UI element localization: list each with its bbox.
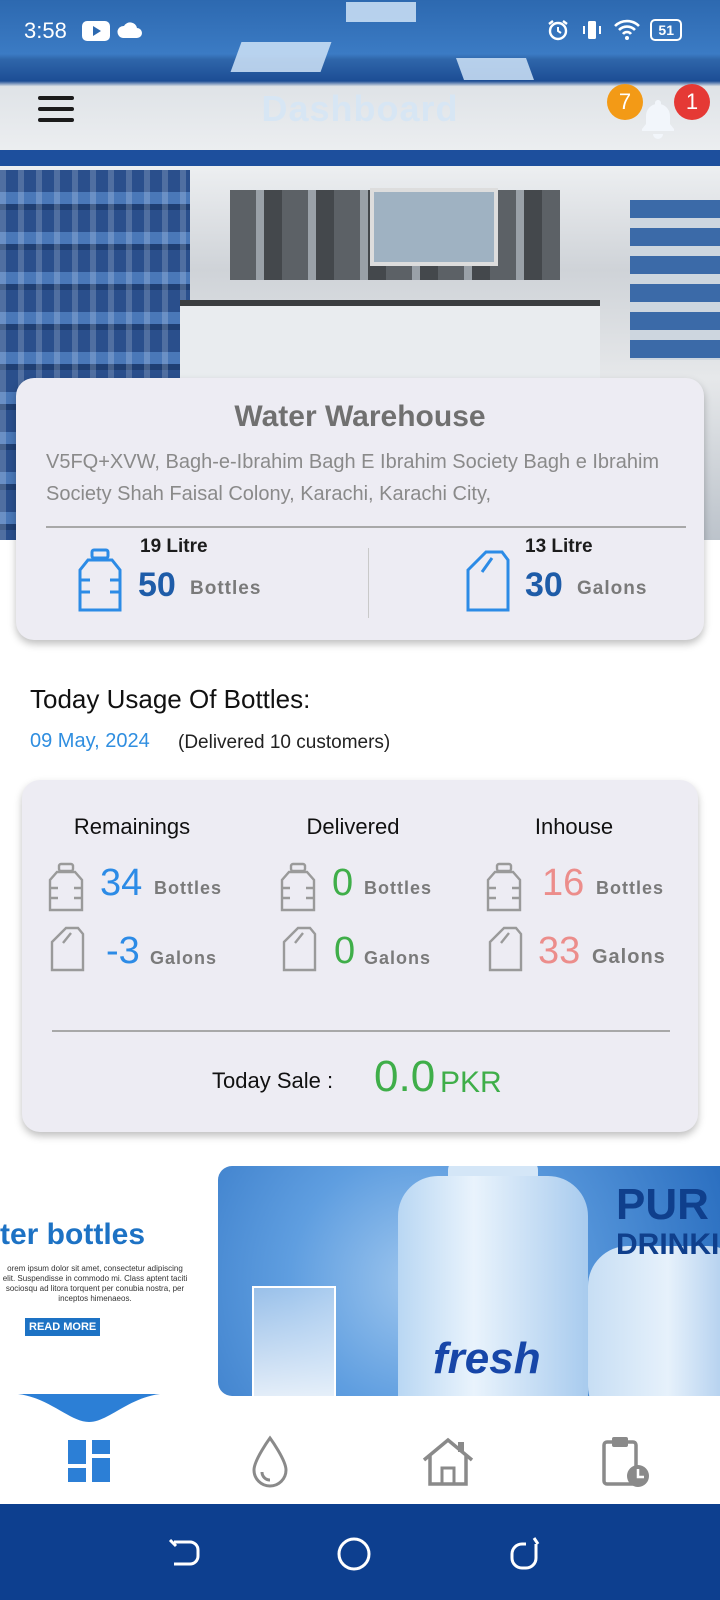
back-icon[interactable] xyxy=(164,1534,204,1574)
banner-title: ter bottles xyxy=(0,1218,146,1251)
usage-card: Remainings 34 Bottles -3 Galons Delivere… xyxy=(22,780,698,1132)
banner-text: orem ipsum dolor sit amet, consectetur a… xyxy=(2,1264,188,1303)
galons-unit: Galons xyxy=(592,946,666,968)
home-circle-icon[interactable] xyxy=(334,1534,374,1574)
galons-unit: Galons xyxy=(150,948,218,968)
bottles-unit: Bottles xyxy=(364,878,433,898)
home-icon[interactable] xyxy=(418,1432,478,1492)
wall-band xyxy=(0,150,720,166)
window xyxy=(370,188,498,266)
galons-unit: Galons xyxy=(364,948,432,968)
today-sale-label: Today Sale : xyxy=(212,1068,334,1093)
active-tab-indicator xyxy=(18,1394,160,1422)
promo-banner-left[interactable]: ter bottles orem ipsum dolor sit amet, c… xyxy=(0,1166,196,1396)
usage-title: Today Usage Of Bottles: xyxy=(30,684,311,714)
galons-count: 30 xyxy=(525,566,563,604)
warehouse-card[interactable]: Water Warehouse V5FQ+XVW, Bagh-e-Ibrahim… xyxy=(16,378,704,640)
system-navigation-bar xyxy=(0,1504,720,1600)
gallon-can-icon xyxy=(282,926,317,972)
delivered-bottles-value: 0 xyxy=(332,862,354,904)
vertical-divider xyxy=(368,548,369,618)
vibrate-icon xyxy=(583,21,602,39)
status-left-icons xyxy=(82,20,144,42)
gallon-can-icon xyxy=(488,926,523,972)
inhouse-galons-value: 33 xyxy=(538,930,581,972)
recents-icon[interactable] xyxy=(506,1534,546,1574)
bottle-shelf xyxy=(630,200,720,360)
read-more-button[interactable]: READ MORE xyxy=(25,1318,101,1336)
column-header-delivered: Delivered xyxy=(306,814,400,839)
delivered-galons-value: 0 xyxy=(334,930,356,972)
delivered-customers-text: (Delivered 10 customers) xyxy=(178,732,391,753)
bottles-capacity-label: 19 Litre xyxy=(140,536,208,557)
column-header-remainings: Remainings xyxy=(73,814,191,839)
today-sale-value: 0.0 xyxy=(374,1052,436,1101)
warehouse-name: Water Warehouse xyxy=(234,400,486,433)
water-drop-icon[interactable] xyxy=(240,1432,300,1492)
water-bottle-icon xyxy=(48,862,84,912)
water-bottle-icon xyxy=(78,548,122,612)
cloud-icon xyxy=(117,22,142,38)
inhouse-bottles-value: 16 xyxy=(542,862,585,904)
battery-indicator: 51 xyxy=(650,19,682,41)
bottles-unit: Bottles xyxy=(154,878,223,898)
status-bar: 3:58 51 xyxy=(0,0,720,64)
water-bottle-icon xyxy=(280,862,316,912)
usage-date[interactable]: 09 May, 2024 xyxy=(30,730,150,753)
status-right-icons: 51 xyxy=(546,18,682,42)
gallon-can-icon xyxy=(50,926,85,972)
banner-headline: PUR xyxy=(616,1180,709,1229)
remaining-galons-value: -3 xyxy=(106,930,140,972)
galons-capacity-label: 13 Litre xyxy=(525,536,593,557)
today-sale-currency: PKR xyxy=(440,1066,502,1099)
status-time: 3:58 xyxy=(24,18,67,43)
counter xyxy=(180,300,600,386)
promo-banner-right[interactable]: PUR DRINKI fresh xyxy=(218,1166,720,1396)
clipboard-clock-icon[interactable] xyxy=(596,1432,656,1492)
water-bottle-icon xyxy=(486,862,522,912)
banner-subheadline: DRINKI xyxy=(616,1228,720,1261)
youtube-icon xyxy=(82,21,110,41)
alert-count-badge[interactable]: 1 xyxy=(674,84,710,120)
bottles-count: 50 xyxy=(138,566,176,604)
divider xyxy=(52,1030,670,1032)
notification-count-badge[interactable]: 7 xyxy=(607,84,643,120)
water-glass-image xyxy=(252,1286,336,1396)
brand-logo: fresh xyxy=(433,1334,541,1383)
gallon-can-icon xyxy=(466,550,510,612)
column-header-inhouse: Inhouse xyxy=(534,814,614,839)
remaining-bottles-value: 34 xyxy=(100,862,143,904)
bottles-unit: Bottles xyxy=(596,878,665,898)
water-bottle-image xyxy=(588,1246,720,1396)
warehouse-address: V5FQ+XVW, Bagh-e-Ibrahim Bagh E Ibrahim … xyxy=(46,451,660,505)
bottom-navigation xyxy=(0,1394,720,1504)
alarm-icon xyxy=(548,20,569,41)
bottles-unit: Bottles xyxy=(190,578,262,599)
divider xyxy=(46,526,686,528)
galons-unit: Galons xyxy=(577,578,648,599)
wifi-icon xyxy=(614,19,641,40)
dashboard-icon[interactable] xyxy=(60,1432,120,1492)
